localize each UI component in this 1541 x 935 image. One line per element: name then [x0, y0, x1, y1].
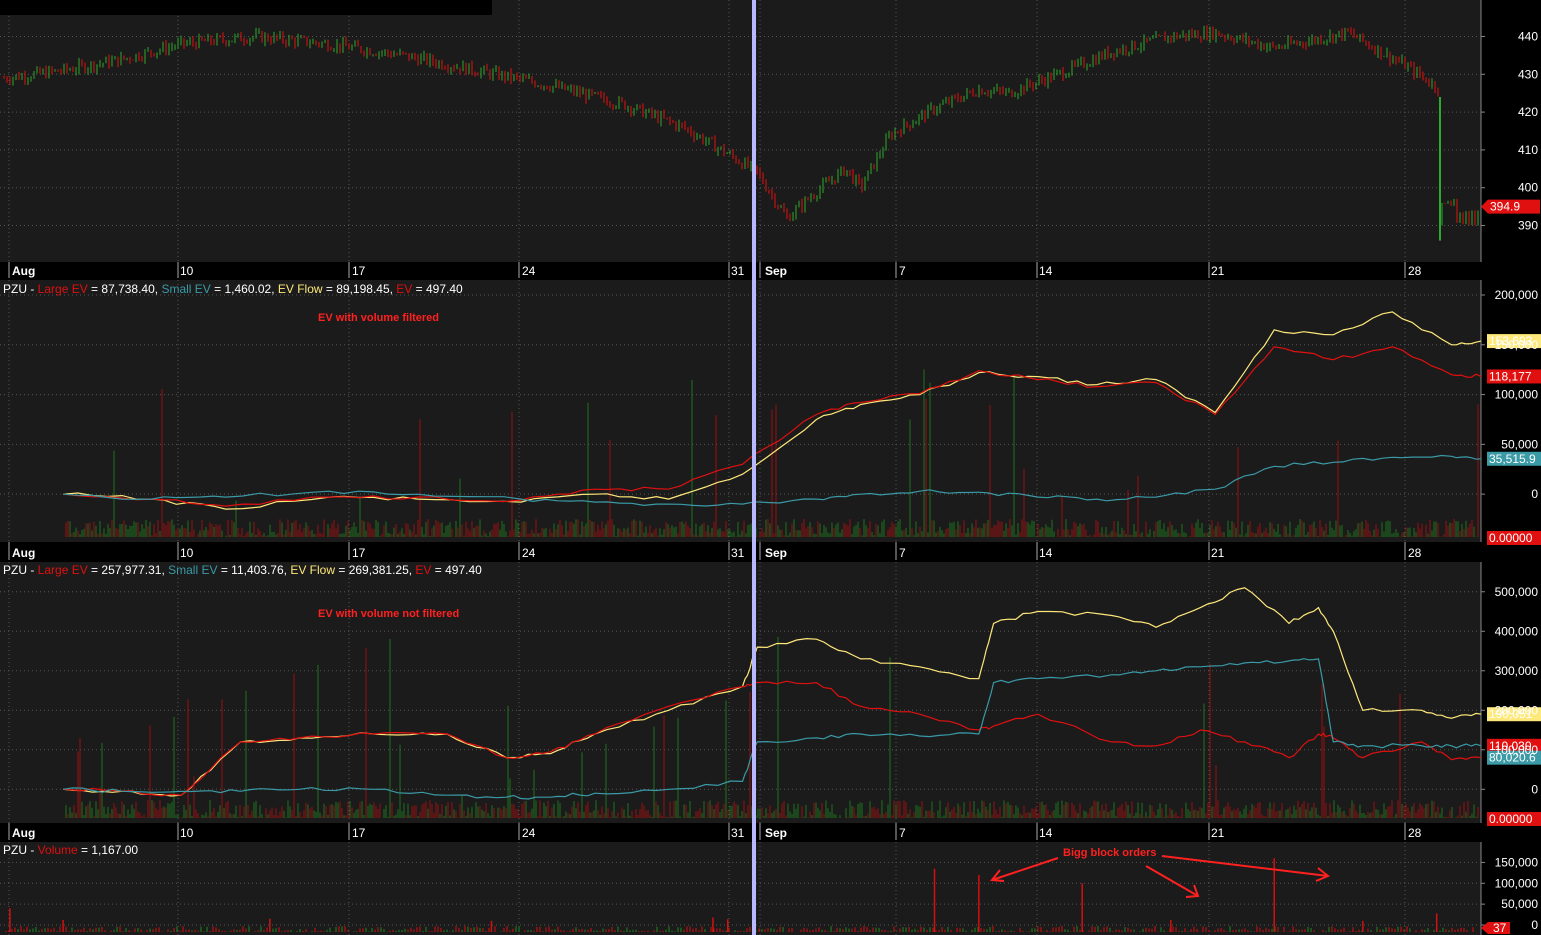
title-segment: = 497.40	[431, 563, 482, 577]
x-tick-label: 7	[899, 826, 906, 840]
x-tick-label: 14	[1039, 826, 1053, 840]
title-segment: PZU -	[3, 282, 38, 296]
y-axis-area	[1481, 280, 1541, 542]
y-tick-label: 300,000	[1495, 664, 1539, 678]
x-tick-label: 10	[180, 826, 194, 840]
title-segment: EV	[396, 282, 412, 296]
plot-area	[0, 842, 1481, 935]
x-tick-label: 21	[1211, 546, 1225, 560]
x-tick-label: 31	[731, 264, 745, 278]
x-tick-label: 21	[1211, 826, 1225, 840]
last-volume-label: 37	[1493, 921, 1507, 935]
y-tick-label: 0	[1531, 918, 1538, 932]
plot-area	[0, 0, 1481, 262]
annotation-label: Bigg block orders	[1063, 847, 1157, 859]
pane-title: PZU - Large EV = 257,977.31, Small EV = …	[3, 563, 482, 577]
y-tick-label: 0	[1531, 487, 1538, 501]
y-tick-label: 200,000	[1495, 288, 1539, 302]
x-tick-label: 28	[1408, 264, 1422, 278]
title-segment: = 1,460.02,	[211, 282, 278, 296]
cursor-line[interactable]	[752, 0, 756, 935]
last-value-label: 35,515.9	[1489, 452, 1536, 466]
y-tick-label: 150,000	[1495, 855, 1539, 869]
title-segment: = 87,738.40,	[88, 282, 162, 296]
title-segment: Small EV	[168, 563, 217, 577]
x-tick-label: 14	[1039, 264, 1053, 278]
y-tick-label: 440	[1518, 29, 1538, 43]
y-tick-label: 430	[1518, 67, 1538, 81]
pane-price[interactable]: PZU - 1-minute 2015-08-31 15:57:59 Open …	[0, 0, 1541, 278]
last-value-label: 118,177	[1489, 369, 1532, 383]
plot-area	[0, 280, 1481, 542]
y-tick-label: 50,000	[1501, 437, 1538, 451]
y-tick-label: 100,000	[1495, 876, 1539, 890]
title-segment: EV	[415, 563, 431, 577]
title-segment: EV Flow	[278, 282, 323, 296]
title-segment: Large EV	[38, 563, 88, 577]
title-segment: Volume	[38, 843, 78, 857]
x-tick-label: 17	[352, 546, 366, 560]
x-tick-label: 17	[352, 264, 366, 278]
x-tick-label: Aug	[12, 264, 35, 278]
y-tick-label: 500,000	[1495, 585, 1539, 599]
x-tick-label: Sep	[765, 264, 787, 278]
pane-ev_filtered[interactable]: PZU - Large EV = 87,738.40, Small EV = 1…	[0, 280, 1541, 560]
annotation-label: EV with volume not filtered	[318, 608, 459, 620]
x-tick-label: 31	[731, 546, 745, 560]
last-value-label: 80,020.6	[1489, 751, 1536, 765]
x-tick-label: 28	[1408, 826, 1422, 840]
title-segment: = 257,977.31,	[88, 563, 168, 577]
last-value-label: 153,693	[1489, 334, 1533, 348]
y-tick-label: 50,000	[1501, 897, 1538, 911]
y-tick-label: 390	[1518, 219, 1538, 233]
y-tick-label: 400	[1518, 181, 1538, 195]
title-segment: = 89,198.45,	[323, 282, 397, 296]
x-tick-label: 24	[522, 826, 536, 840]
y-tick-label: 410	[1518, 143, 1538, 157]
title-bg	[0, 0, 492, 15]
last-value-label: 0.00000	[1489, 531, 1533, 545]
x-tick-label: 7	[899, 546, 906, 560]
pane-title: PZU - Volume = 1,167.00	[3, 843, 138, 857]
x-tick-label: 7	[899, 264, 906, 278]
x-tick-label: 10	[180, 546, 194, 560]
x-tick-label: 14	[1039, 546, 1053, 560]
x-tick-label: 17	[352, 826, 366, 840]
x-tick-label: 10	[180, 264, 194, 278]
pane-ev_unfiltered[interactable]: PZU - Large EV = 257,977.31, Small EV = …	[0, 562, 1541, 840]
x-tick-label: 21	[1211, 264, 1225, 278]
title-segment: = 497.40	[412, 282, 463, 296]
title-segment: Small EV	[161, 282, 210, 296]
title-segment: PZU -	[3, 843, 38, 857]
title-segment: = 11,403.76,	[217, 563, 290, 577]
x-tick-label: 31	[731, 826, 745, 840]
title-segment: PZU -	[3, 563, 38, 577]
x-tick-label: Aug	[12, 546, 35, 560]
y-tick-label: 0	[1531, 782, 1538, 796]
x-tick-label: Sep	[765, 826, 787, 840]
title-segment: Large EV	[38, 282, 88, 296]
title-segment: EV Flow	[290, 563, 335, 577]
pane-volume[interactable]: PZU - Volume = 1,167.00	[0, 842, 1541, 935]
x-tick-label: 28	[1408, 546, 1422, 560]
x-tick-label: 24	[522, 264, 536, 278]
annotation-label: EV with volume filtered	[318, 312, 439, 324]
title-segment: = 1,167.00	[78, 843, 139, 857]
last-value-label: 190,051	[1489, 707, 1533, 721]
last-price-label: 394.9	[1490, 200, 1520, 214]
y-tick-label: 400,000	[1495, 624, 1539, 638]
stock-chart[interactable]: PZU - 1-minute 2015-08-31 15:57:59 Open …	[0, 0, 1541, 935]
x-tick-label: Sep	[765, 546, 787, 560]
x-tick-label: 24	[522, 546, 536, 560]
pane-title: PZU - Large EV = 87,738.40, Small EV = 1…	[3, 282, 463, 296]
x-tick-label: Aug	[12, 826, 35, 840]
y-tick-label: 420	[1518, 105, 1538, 119]
y-tick-label: 100,000	[1495, 388, 1539, 402]
title-segment: = 269,381.25,	[335, 563, 415, 577]
last-value-label: 0.00000	[1489, 812, 1533, 826]
